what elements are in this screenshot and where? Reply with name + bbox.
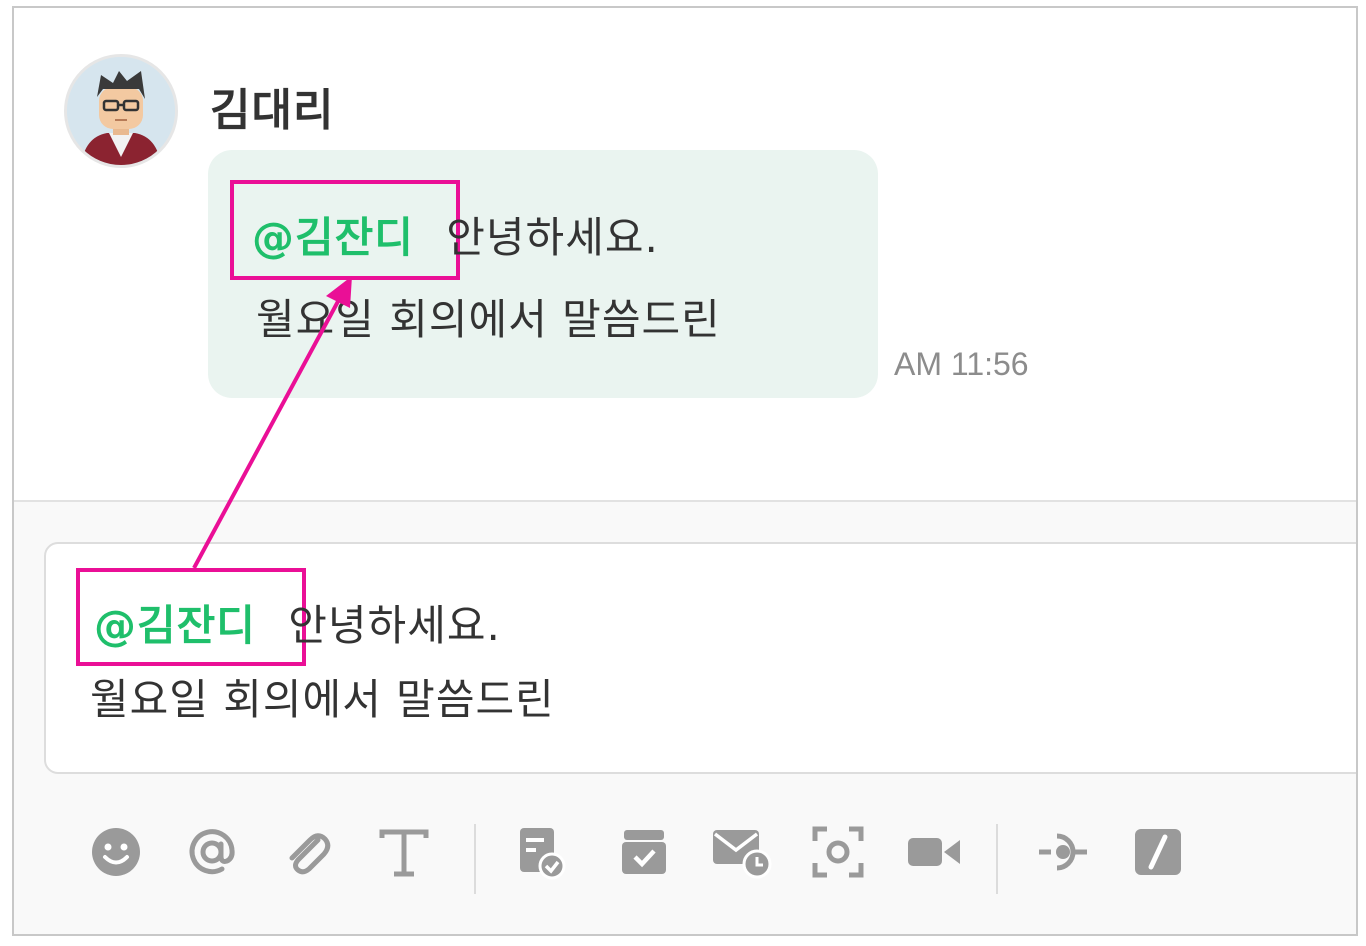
sender-name[interactable]: 김대리 bbox=[210, 74, 334, 138]
mention-icon[interactable] bbox=[180, 820, 244, 884]
avatar[interactable] bbox=[64, 54, 178, 168]
text-format-icon[interactable] bbox=[372, 820, 436, 884]
toolbar-divider bbox=[996, 824, 998, 894]
message-mention[interactable]: @김잔디 bbox=[252, 213, 414, 262]
schedule-mail-icon[interactable] bbox=[710, 820, 774, 884]
composer-line-2: 월요일 회의에서 말씀드린 bbox=[90, 675, 555, 724]
message-line-2: 월요일 회의에서 말씀드린 bbox=[256, 295, 721, 344]
user-avatar-icon bbox=[67, 57, 175, 165]
todo-icon[interactable] bbox=[508, 820, 572, 884]
message-line-1: @김잔디 안녕하세요. bbox=[252, 204, 659, 265]
composer-greeting: 안녕하세요. bbox=[288, 601, 501, 650]
attach-icon[interactable] bbox=[274, 820, 338, 884]
composer-mention[interactable]: @김잔디 bbox=[94, 601, 256, 650]
composer-toolbar bbox=[84, 820, 1284, 900]
integration-icon[interactable] bbox=[1032, 820, 1096, 884]
composer-line-1: @김잔디 안녕하세요. bbox=[94, 592, 501, 653]
archive-icon[interactable] bbox=[612, 820, 676, 884]
chat-window: 김대리 @김잔디 안녕하세요. 월요일 회의에서 말씀드린 AM 11:56 @… bbox=[12, 6, 1358, 936]
video-icon[interactable] bbox=[902, 820, 966, 884]
toolbar-divider bbox=[474, 824, 476, 894]
slash-command-icon[interactable] bbox=[1126, 820, 1190, 884]
screen-capture-icon[interactable] bbox=[806, 820, 870, 884]
emoji-icon[interactable] bbox=[84, 820, 148, 884]
message-timestamp: AM 11:56 bbox=[894, 346, 1029, 382]
message-greeting: 안녕하세요. bbox=[446, 213, 659, 262]
